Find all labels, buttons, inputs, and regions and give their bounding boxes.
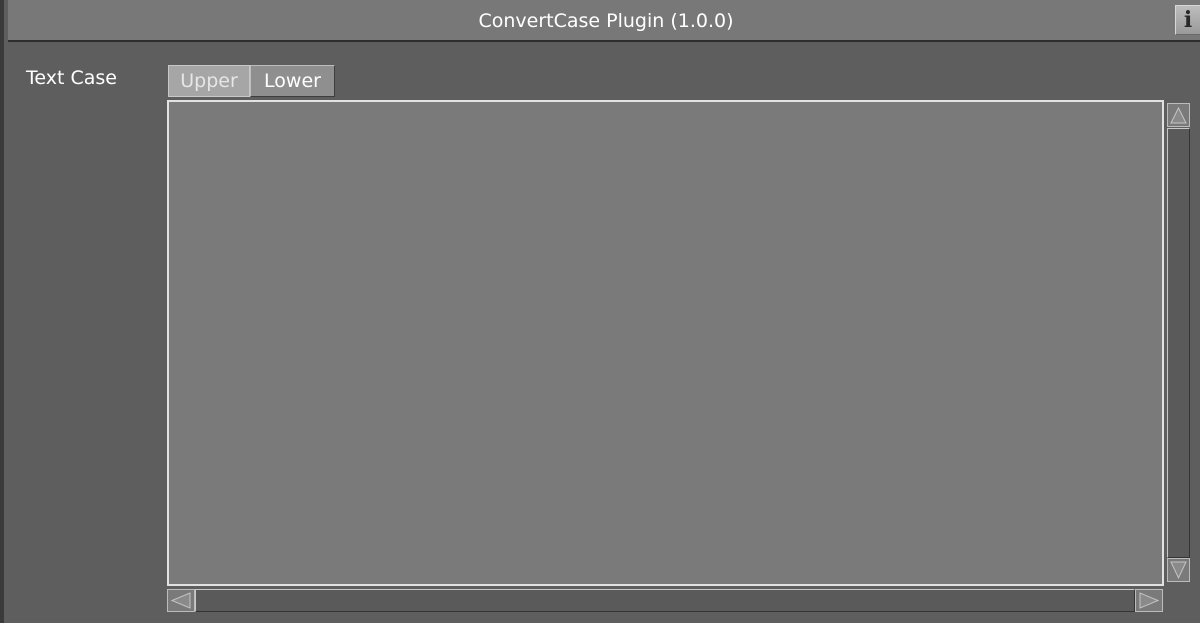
plugin-window: ConvertCase Plugin (1.0.0) i Text Case U… — [0, 0, 1200, 623]
horizontal-scrollbar[interactable] — [167, 588, 1164, 614]
scroll-down-button[interactable] — [1167, 558, 1190, 582]
triangle-right-icon — [1139, 592, 1160, 609]
vertical-scroll-thumb[interactable] — [1167, 128, 1190, 558]
scroll-up-button[interactable] — [1167, 103, 1190, 127]
text-input-area[interactable] — [167, 100, 1164, 586]
info-icon: i — [1183, 7, 1193, 33]
info-button[interactable]: i — [1175, 5, 1200, 35]
triangle-left-icon — [170, 592, 191, 609]
triangle-down-icon — [1170, 561, 1187, 580]
horizontal-scroll-thumb[interactable] — [195, 589, 1135, 612]
scroll-right-button[interactable] — [1135, 589, 1163, 612]
vertical-scrollbar[interactable] — [1166, 100, 1192, 586]
scroll-left-button[interactable] — [167, 589, 195, 612]
title-bar: ConvertCase Plugin (1.0.0) i — [8, 0, 1200, 42]
upper-case-button[interactable]: Upper — [168, 65, 250, 97]
window-title: ConvertCase Plugin (1.0.0) — [478, 10, 734, 32]
lower-case-button[interactable]: Lower — [250, 65, 335, 97]
triangle-up-icon — [1170, 106, 1187, 124]
text-case-label: Text Case — [26, 67, 117, 89]
